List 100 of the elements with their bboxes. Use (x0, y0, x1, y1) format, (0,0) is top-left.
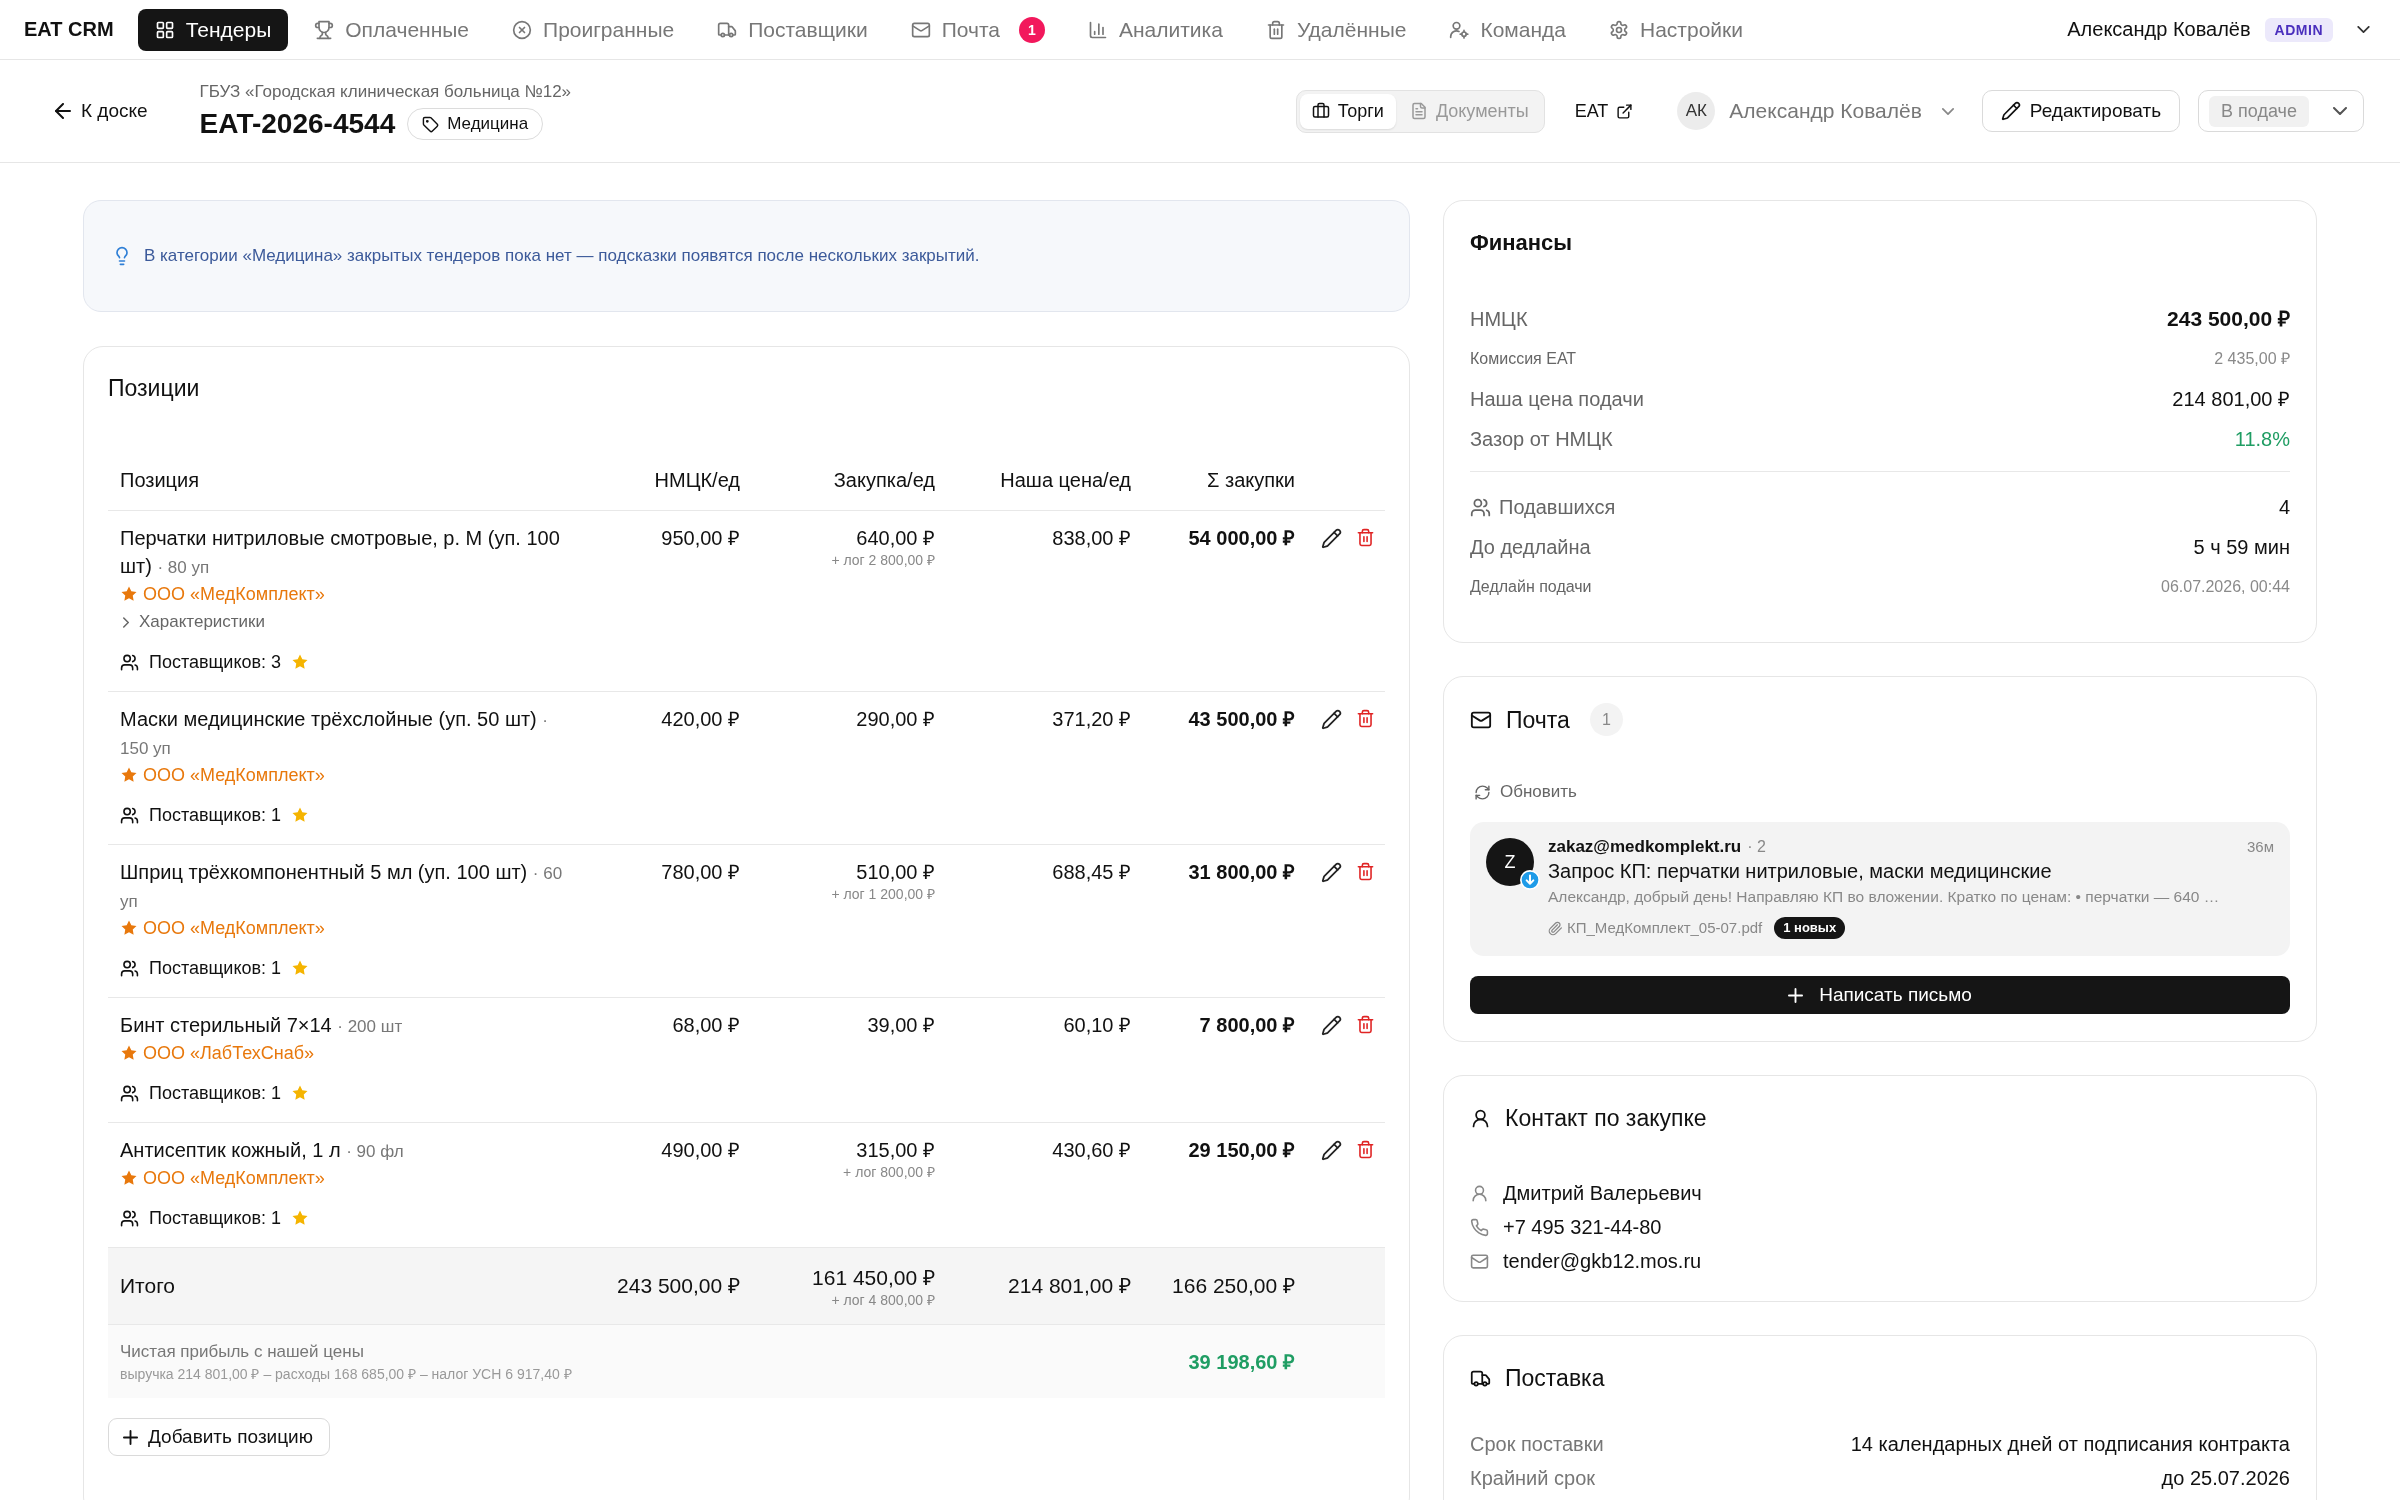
edit-button[interactable] (1321, 709, 1342, 730)
briefcase-icon (1311, 102, 1330, 120)
compose-button[interactable]: Написать письмо (1470, 976, 2290, 1014)
bar-chart-icon (1087, 19, 1108, 40)
assignee-select[interactable]: АК Александр Ковалёв (1677, 92, 1954, 130)
grid-icon (154, 19, 175, 40)
delete-button[interactable] (1356, 862, 1375, 881)
purchase-sum: 29 150,00 ₽ (1188, 1138, 1295, 1163)
trash-icon (1356, 862, 1375, 881)
star-icon (120, 1044, 138, 1062)
our-price: 838,00 ₽ (1052, 526, 1131, 551)
purchase-sum: 43 500,00 ₽ (1188, 707, 1295, 732)
nav-tab[interactable]: Аналитика (1070, 8, 1240, 51)
pencil-icon (2000, 101, 2021, 121)
nav-tab[interactable]: Удалённые (1248, 8, 1424, 51)
thread-count: · 2 (1747, 837, 1766, 857)
our-price: 60,10 ₽ (1063, 1013, 1131, 1038)
item-name: Шприц трёхкомпонентный 5 мл (уп. 100 шт) · 60 уп (120, 860, 564, 913)
nav-tab[interactable]: Тендеры (137, 8, 289, 51)
status-select[interactable]: В подаче (2198, 90, 2364, 132)
sender-email: zakaz@medkomplekt.ru (1548, 836, 1742, 858)
profit-breakdown: выручка 214 801,00 ₽ – расходы 168 685,00 ₽ – налог УСН 6 917,40 ₽ (120, 1364, 573, 1384)
finance-value: 11.8% (2234, 427, 2290, 452)
finance-value: 243 500,00 ₽ (2167, 306, 2290, 332)
tag-icon (422, 115, 440, 133)
purchase-sum: 54 000,00 ₽ (1188, 526, 1295, 551)
nav-tab[interactable]: Команда (1432, 8, 1583, 51)
finance-label: До дедлайна (1470, 535, 1591, 560)
delete-button[interactable] (1356, 709, 1375, 728)
nav-tab[interactable]: Настройки (1592, 8, 1760, 51)
finance-label: Дедлайн подачи (1470, 577, 1592, 597)
user-menu[interactable]: Александр Ковалёв ADMIN (2061, 16, 2376, 43)
logistics-cost: + лог 800,00 ₽ (843, 1164, 935, 1180)
edit-button[interactable]: Редактировать (1981, 90, 2181, 132)
item-name: Перчатки нитриловые смотровые, р. M (уп. 100 шт) · 80 уп (120, 526, 561, 579)
logistics-cost: + лог 2 800,00 ₽ (831, 552, 935, 568)
role-badge: ADMIN (2264, 17, 2333, 42)
email-item[interactable]: Z zakaz@medkomplekt.ru · 2 36м Запрос КП: перчатки нитриловые, маски медицинские Александр, добрый день! Направляю КП во вложении. Кратко по ценам: • перчатки — 640 … КП_МедКомплект_05-07.pdf 1 новых (1470, 822, 2290, 956)
pencil-icon (1321, 528, 1342, 549)
edit-button[interactable] (1321, 1015, 1342, 1036)
star-icon (120, 919, 138, 937)
purchase-sum: 31 800,00 ₽ (1188, 860, 1295, 885)
supplier-name: ООО «МедКомплект» (143, 764, 325, 787)
platform-link[interactable]: EAT (1574, 100, 1634, 122)
users-icon (1470, 496, 1491, 518)
mail-icon (1470, 1251, 1489, 1271)
edit-button[interactable] (1321, 862, 1342, 883)
supplier-count: Поставщиков: 3 (149, 651, 282, 674)
finance-label: Комиссия EAT (1470, 349, 1577, 369)
plus-icon (1788, 987, 1804, 1003)
add-position-button[interactable]: Добавить позицию (108, 1418, 330, 1456)
email-preview: Александр, добрый день! Направляю КП во вложении. Кратко по ценам: • перчатки — 640 … (1548, 887, 2221, 907)
users-icon (120, 1083, 139, 1103)
star-icon (120, 1169, 138, 1187)
attachment-name: КП_МедКомплект_05-07.pdf (1567, 918, 1763, 938)
details-toggle[interactable]: Характеристики (120, 608, 266, 636)
unit-nmck: 950,00 ₽ (661, 526, 740, 551)
pencil-icon (1321, 862, 1342, 883)
person-icon (1470, 1107, 1491, 1129)
delete-button[interactable] (1356, 1140, 1375, 1159)
nav-tab[interactable]: Оплаченные (297, 8, 487, 51)
finance-value: 2 435,00 ₽ (2214, 349, 2290, 369)
trash-icon (1356, 709, 1375, 728)
user-avatar: АК (1677, 92, 1716, 130)
new-count-badge: 1 новых (1774, 917, 1846, 939)
edit-button[interactable] (1321, 1140, 1342, 1161)
phone-icon (1470, 1217, 1489, 1237)
refresh-button[interactable]: Обновить (1470, 780, 1577, 804)
trash-icon (1356, 528, 1375, 547)
nav-tab[interactable]: Проигранные (495, 8, 692, 51)
chevron-down-icon (1941, 107, 1954, 115)
supplier-count: Поставщиков: 1 (149, 957, 282, 980)
users-icon (120, 652, 139, 672)
purchase-price: 510,00 ₽ (856, 860, 935, 885)
users-icon (120, 958, 139, 978)
supplier-name: ООО «ЛабТехСнаб» (143, 1042, 315, 1065)
nav-tab[interactable]: Поставщики (700, 8, 885, 51)
supplier-name: ООО «МедКомплект» (143, 917, 325, 940)
category-label: Медицина (447, 114, 529, 134)
delete-button[interactable] (1356, 1015, 1375, 1034)
card-title: Поставка (1505, 1364, 1605, 1393)
x-circle-icon (512, 19, 533, 40)
settings-icon (1609, 19, 1629, 40)
purchase-sum: 7 800,00 ₽ (1199, 1013, 1295, 1038)
star-icon (291, 959, 310, 977)
customer-name: ГБУЗ «Городская клиническая больница №12» (199, 82, 572, 102)
message-time: 36м (2247, 837, 2274, 857)
delivery-label: Крайний срок (1470, 1466, 1595, 1491)
arrow-down-icon (1520, 870, 1540, 890)
total-label: Итого (120, 1274, 176, 1297)
nav-tab[interactable]: Почта 1 (893, 8, 1062, 51)
star-icon (291, 1084, 310, 1102)
view-tab[interactable]: Торги (1299, 93, 1396, 129)
delete-button[interactable] (1356, 528, 1375, 547)
edit-button[interactable] (1321, 528, 1342, 549)
card-title: Финансы (1470, 229, 1574, 257)
unit-nmck: 68,00 ₽ (672, 1013, 740, 1038)
back-link[interactable]: К доске (55, 100, 148, 122)
email-subject: Запрос КП: перчатки нитриловые, маски медицинские (1548, 859, 2053, 884)
trash-icon (1265, 19, 1286, 40)
